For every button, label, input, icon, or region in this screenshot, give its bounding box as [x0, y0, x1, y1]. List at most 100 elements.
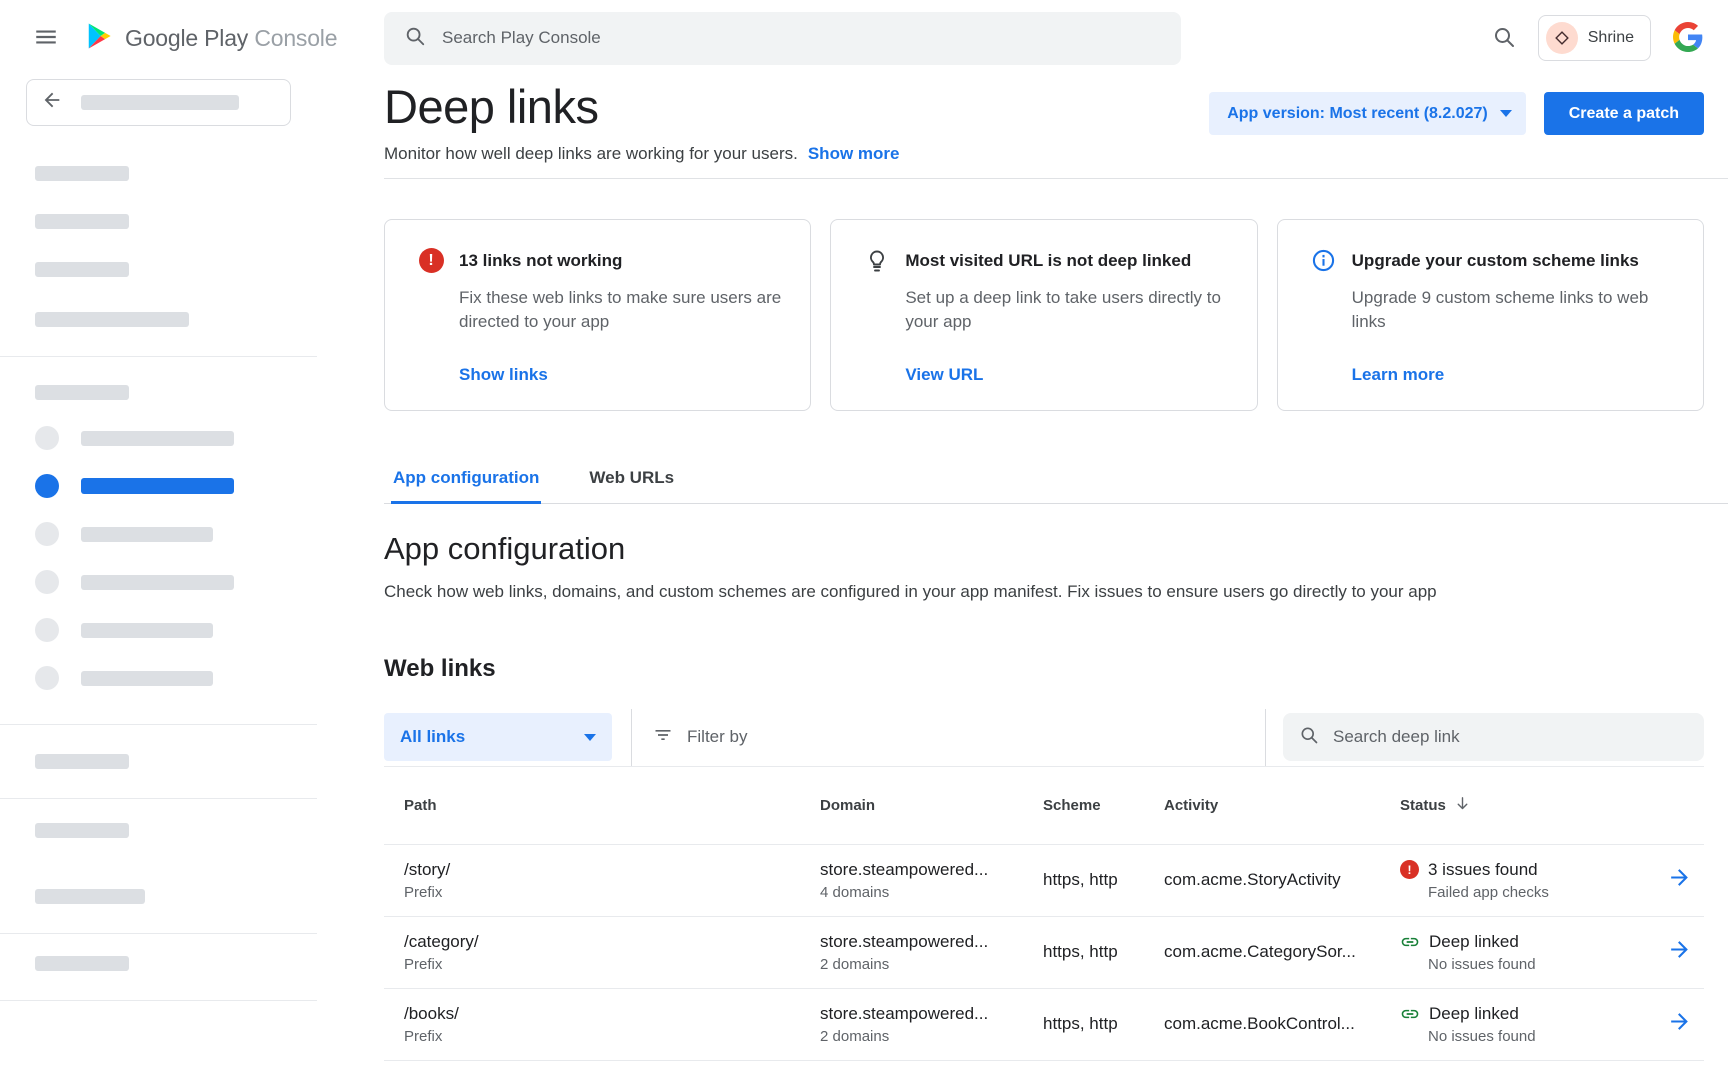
deep-linked-chain-icon [1400, 1004, 1420, 1024]
back-button[interactable] [26, 79, 291, 126]
activity-value: com.acme.StoryActivity [1164, 870, 1400, 890]
status-detail: No issues found [1428, 1028, 1630, 1045]
card-title: 13 links not working [459, 251, 622, 271]
header-actions: App version: Most recent (8.2.027) Creat… [1209, 92, 1704, 135]
logo-text: Google Play Console [125, 25, 337, 52]
skeleton-circle [35, 426, 59, 450]
card-body: Fix these web links to make sure users a… [459, 286, 786, 335]
skeleton-bar [81, 431, 234, 446]
column-path: Path [384, 797, 820, 814]
domain-count: 2 domains [820, 1028, 1043, 1045]
skeleton-circle [35, 618, 59, 642]
skeleton-bar [35, 262, 129, 277]
row-detail-arrow-button[interactable] [1667, 937, 1692, 967]
global-search-input[interactable] [442, 28, 1161, 48]
scheme-value: https, http [1043, 942, 1164, 962]
insight-card-upgrade-scheme-links: Upgrade your custom scheme links Upgrade… [1277, 219, 1704, 411]
page-header: Deep links Monitor how well deep links a… [384, 82, 1704, 164]
dropdown-caret-icon [584, 734, 596, 741]
tab-web-urls[interactable]: Web URLs [587, 458, 676, 504]
skeleton-bar [35, 754, 129, 769]
table-row[interactable]: /item/ store.steampowered... Deep linked [384, 1061, 1704, 1080]
links-filter-dropdown[interactable]: All links [384, 713, 612, 761]
row-detail-arrow-button[interactable] [1667, 1009, 1692, 1039]
filter-by-button[interactable]: Filter by [653, 725, 747, 750]
scheme-value: https, http [1043, 1014, 1164, 1034]
table-row[interactable]: /story/Prefix store.steampowered...4 dom… [384, 845, 1704, 917]
table-row[interactable]: /books/Prefix store.steampowered...2 dom… [384, 989, 1704, 1061]
show-more-link[interactable]: Show more [808, 144, 900, 164]
row-detail-arrow-button[interactable] [1667, 865, 1692, 895]
deep-link-search-input[interactable] [1333, 727, 1688, 747]
global-search[interactable] [384, 12, 1181, 65]
section-title: App configuration [384, 531, 1704, 567]
app-selector-label: Shrine [1588, 29, 1634, 47]
search-icon [1492, 25, 1516, 52]
table-row[interactable]: /category/Prefix store.steampowered...2 … [384, 917, 1704, 989]
sidebar-divider [0, 724, 317, 725]
app-version-dropdown[interactable]: App version: Most recent (8.2.027) [1209, 92, 1526, 135]
sidebar-item[interactable] [0, 606, 317, 654]
web-links-title: Web links [384, 655, 1704, 683]
create-patch-button[interactable]: Create a patch [1544, 92, 1704, 135]
status-detail: Failed app checks [1428, 884, 1630, 901]
skeleton-bar [81, 478, 234, 494]
path-value: /category/ [404, 932, 820, 952]
google-account-avatar[interactable] [1673, 22, 1703, 55]
insight-card-links-not-working: ! 13 links not working Fix these web lin… [384, 219, 811, 411]
view-url-link[interactable]: View URL [905, 365, 983, 384]
column-status[interactable]: Status [1400, 795, 1630, 816]
skeleton-bar [35, 312, 189, 327]
sort-descending-icon [1454, 795, 1471, 816]
skeleton-bar [35, 166, 129, 181]
arrow-right-icon [1667, 865, 1692, 895]
skeleton-circle [35, 522, 59, 546]
sidebar-item[interactable] [0, 510, 317, 558]
sidebar-item[interactable] [0, 654, 317, 702]
skeleton-bar [81, 95, 239, 110]
hamburger-menu-button[interactable] [33, 24, 59, 53]
skeleton-bar [81, 623, 213, 638]
deep-link-search[interactable] [1283, 713, 1704, 761]
logo-text-google-play: Google Play [125, 25, 248, 51]
sidebar-divider [0, 1000, 317, 1001]
skeleton-bar [35, 385, 129, 400]
shrine-app-icon [1546, 22, 1578, 54]
status-detail: No issues found [1428, 956, 1630, 973]
search-icon [1299, 725, 1319, 750]
deep-linked-chain-icon [1400, 932, 1420, 952]
google-g-icon [1673, 22, 1703, 55]
sidebar-item[interactable] [0, 414, 317, 462]
column-domain: Domain [820, 797, 1043, 814]
play-console-logo[interactable]: Google Play Console [85, 21, 337, 56]
header-divider [384, 178, 1728, 179]
error-circle-icon: ! [418, 248, 444, 274]
show-links-link[interactable]: Show links [459, 365, 548, 384]
status-error-icon: ! [1400, 860, 1419, 879]
topbar-search-button[interactable] [1492, 25, 1516, 52]
main-content: Deep links Monitor how well deep links a… [317, 76, 1728, 1080]
path-type: Prefix [404, 956, 820, 973]
logo-text-console: Console [254, 25, 337, 51]
dropdown-caret-icon [1500, 110, 1512, 117]
tab-app-configuration[interactable]: App configuration [391, 458, 541, 504]
app-version-label: App version: Most recent (8.2.027) [1227, 105, 1488, 123]
skeleton-circle [35, 666, 59, 690]
toolbar-divider [631, 709, 632, 766]
path-value: /books/ [404, 1004, 820, 1024]
sidebar-item-active[interactable] [0, 462, 317, 510]
app-selector-chip[interactable]: Shrine [1538, 15, 1651, 61]
domain-count: 4 domains [820, 884, 1043, 901]
scheme-value: https, http [1043, 870, 1164, 890]
column-status-label: Status [1400, 797, 1446, 814]
filter-icon [653, 725, 673, 750]
section-description: Check how web links, domains, and custom… [384, 582, 1704, 602]
card-title: Upgrade your custom scheme links [1352, 251, 1639, 271]
sidebar [0, 76, 317, 1080]
path-value: /story/ [404, 860, 820, 880]
column-activity: Activity [1164, 797, 1400, 814]
path-type: Prefix [404, 1028, 820, 1045]
path-type: Prefix [404, 884, 820, 901]
learn-more-link[interactable]: Learn more [1352, 365, 1445, 384]
sidebar-item[interactable] [0, 558, 317, 606]
